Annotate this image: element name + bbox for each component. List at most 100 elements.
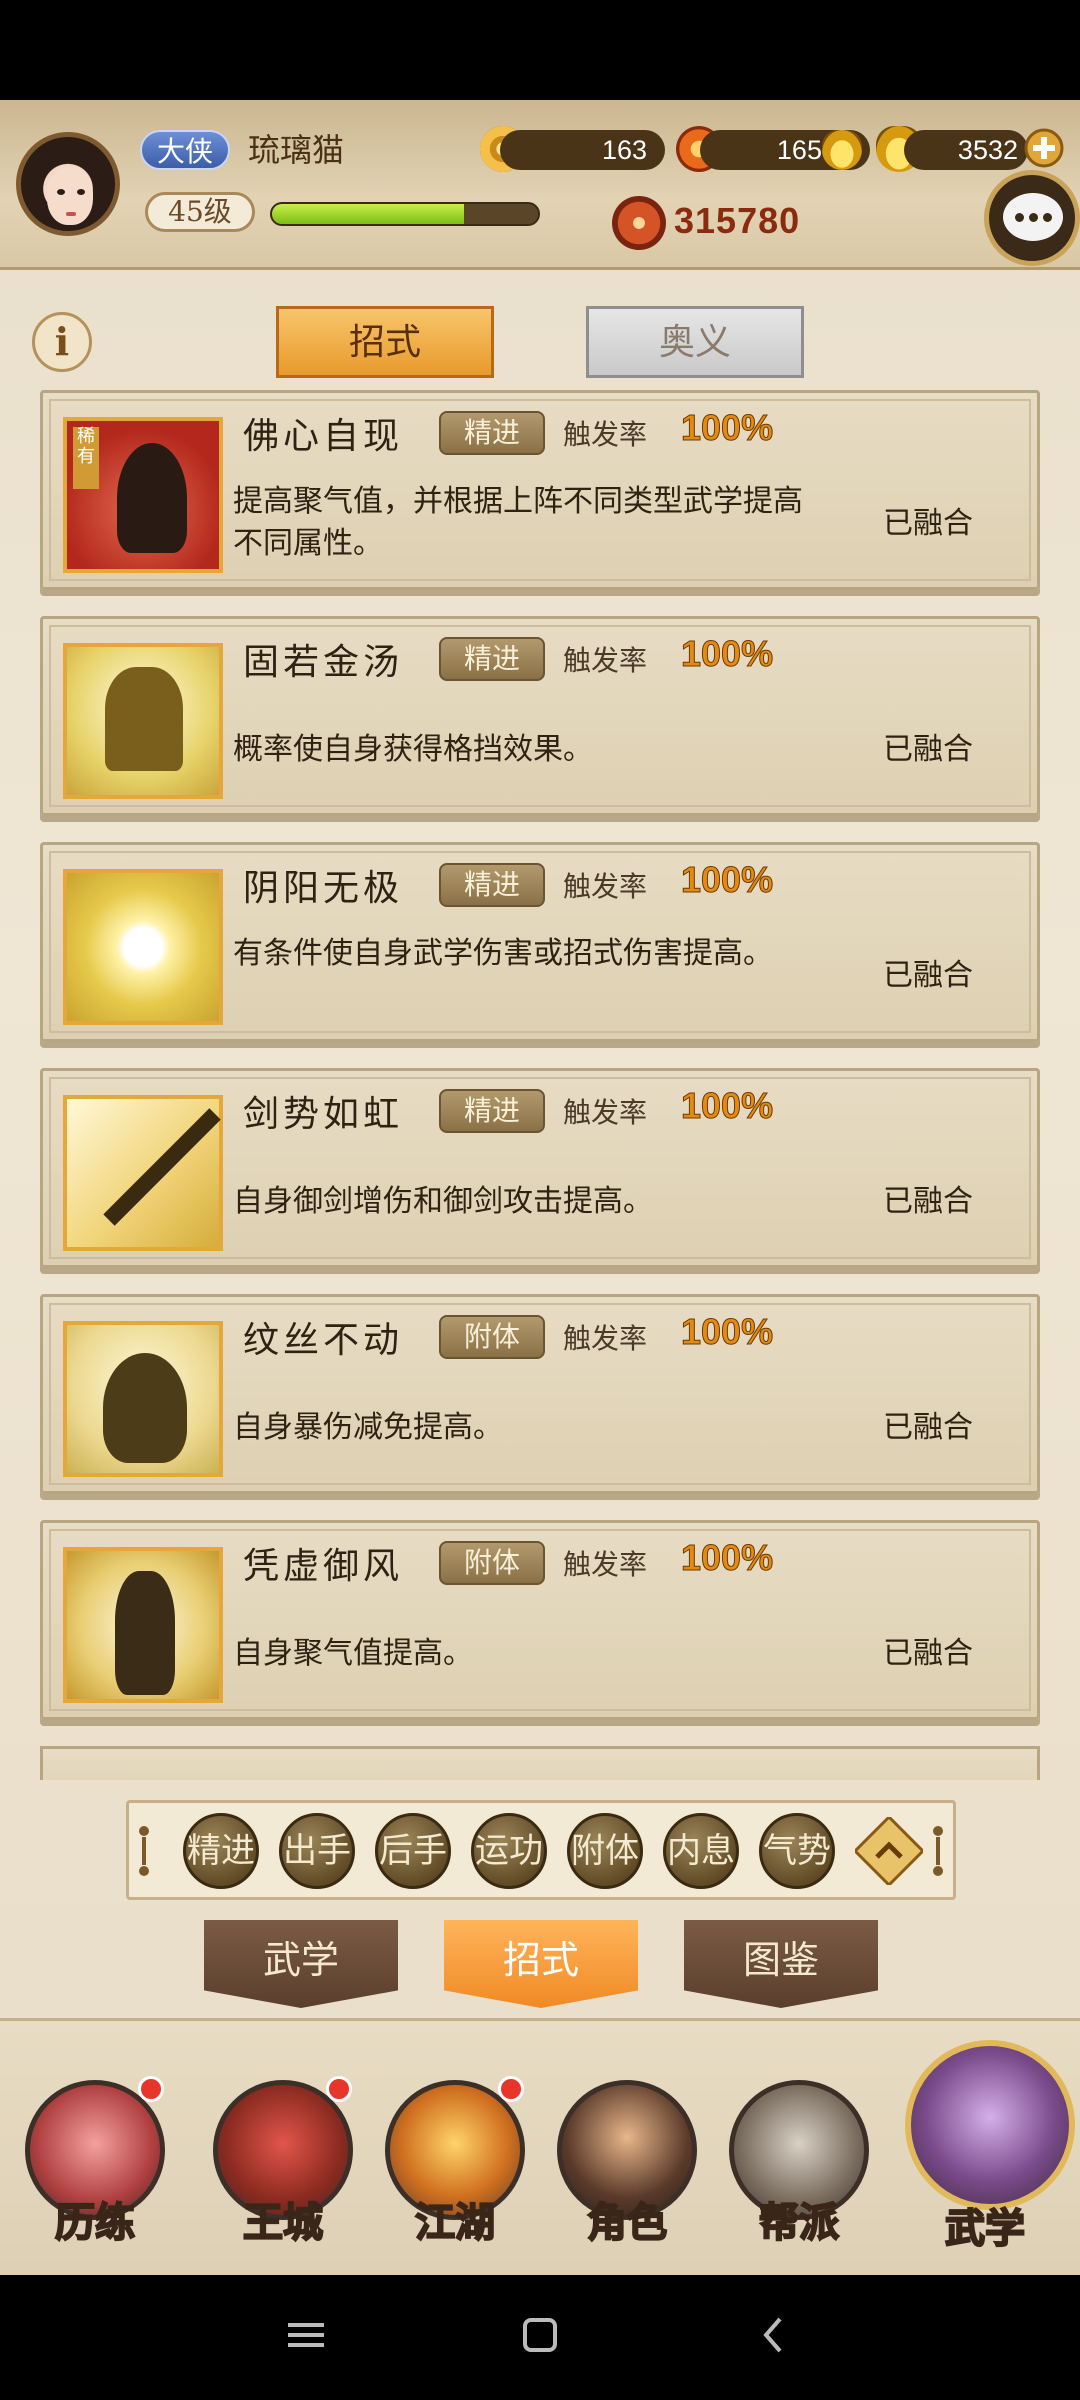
avatar-face: [47, 167, 93, 225]
nav-jianghu[interactable]: 江湖: [380, 2076, 530, 2270]
trigger-rate-value: 100%: [680, 407, 774, 449]
sword-blade: [103, 1108, 221, 1226]
filter-refine[interactable]: 精进: [183, 1813, 259, 1889]
chat-dot: [1043, 213, 1052, 222]
bar-cap-right-icon: [933, 1826, 943, 1876]
combat-power-icon: [612, 196, 666, 250]
filter-possess[interactable]: 附体: [567, 1813, 643, 1889]
filter-breath[interactable]: 内息: [663, 1813, 739, 1889]
skill-description: 自身暴伤减免提高。: [233, 1410, 503, 1445]
coin-count: 163: [500, 130, 665, 170]
skill-card[interactable]: 凭虚御风 附体 触发率 100% 自身聚气值提高。 已融合: [40, 1520, 1040, 1720]
player-name: 琉璃猫: [248, 131, 345, 169]
player-avatar[interactable]: [16, 132, 120, 236]
chat-button[interactable]: [984, 170, 1080, 266]
filter-counter[interactable]: 后手: [375, 1813, 451, 1889]
info-button[interactable]: i: [32, 312, 92, 372]
notification-dot: [138, 2076, 164, 2102]
tab-moves[interactable]: 招式: [276, 306, 494, 378]
rank-badge: 大侠: [140, 130, 230, 170]
nav-label: 王城: [242, 2198, 324, 2247]
skill-card[interactable]: 纹丝不动 附体 触发率 100% 自身暴伤减免提高。 已融合: [40, 1294, 1040, 1494]
nav-royal-city[interactable]: 王城: [208, 2076, 358, 2270]
nav-label: 武学: [944, 2204, 1026, 2253]
trigger-rate-value: 100%: [680, 1085, 774, 1127]
swirl-icon: [63, 869, 223, 1025]
skill-status: 已融合: [883, 1636, 973, 1671]
chat-dot: [1029, 213, 1038, 222]
sword-icon: [63, 1095, 223, 1251]
nav-label: 帮派: [758, 2198, 840, 2247]
skill-status: 已融合: [883, 1410, 973, 1445]
notification-dot: [326, 2076, 352, 2102]
trigger-rate-label: 触发率: [563, 1548, 648, 1581]
wind-figure-icon: [63, 1547, 223, 1703]
trigger-rate-label: 触发率: [563, 1322, 648, 1355]
skill-type-badge: 精进: [439, 637, 545, 681]
skill-description: 自身御剑增伤和御剑攻击提高。: [233, 1184, 653, 1219]
nav-training[interactable]: 历练: [20, 2076, 170, 2270]
skill-name: 佛心自现: [243, 416, 404, 457]
skill-description: 有条件使自身武学伤害或招式伤害提高。: [233, 936, 773, 971]
collapse-chevron-icon[interactable]: [855, 1817, 923, 1885]
filter-attack[interactable]: 出手: [279, 1813, 355, 1889]
skill-description: 提高聚气值，并根据上阵不同类型武学提高不同属性。: [233, 484, 803, 561]
notification-dot: [498, 2076, 524, 2102]
skill-description: 自身聚气值提高。: [233, 1636, 473, 1671]
back-icon[interactable]: [744, 2305, 804, 2365]
nav-label: 江湖: [414, 2198, 496, 2247]
subtab-martial-arts[interactable]: 武学: [204, 1920, 398, 2008]
exp-bar-fill: [272, 204, 464, 224]
nav-martial-arts[interactable]: 武学: [905, 2040, 1075, 2270]
skill-type-badge: 精进: [439, 411, 545, 455]
skill-description: 概率使自身获得格挡效果。: [233, 732, 593, 767]
nav-label: 历练: [54, 2198, 136, 2247]
trigger-rate-label: 触发率: [563, 870, 648, 903]
praying-hands-icon: 稀有: [63, 417, 223, 573]
trigger-rate-value: 100%: [680, 633, 774, 675]
skill-list[interactable]: 稀有 佛心自现 精进 触发率 100% 提高聚气值，并根据上阵不同类型武学提高不…: [40, 390, 1040, 1780]
filter-momentum[interactable]: 气势: [759, 1813, 835, 1889]
tab-mysteries[interactable]: 奥义: [586, 306, 804, 378]
trigger-rate-label: 触发率: [563, 418, 648, 451]
chat-dot: [1015, 213, 1024, 222]
combat-power-value: 315780: [674, 200, 801, 241]
skill-name: 纹丝不动: [243, 1320, 404, 1361]
add-gold-icon[interactable]: [1024, 128, 1064, 168]
rarity-badge: 稀有: [73, 427, 99, 489]
home-icon[interactable]: [510, 2305, 570, 2365]
player-header: 大侠 琉璃猫 45级 163 16502 3532 315780: [0, 100, 1080, 270]
meditating-figure: [103, 1353, 187, 1463]
avatar-eye: [77, 189, 85, 195]
skill-name: 凭虚御风: [243, 1546, 404, 1587]
nav-label: 角色: [586, 2198, 668, 2247]
status-bar: [0, 0, 1080, 100]
trigger-rate-value: 100%: [680, 1311, 774, 1353]
skill-card[interactable]: 剑势如虹 精进 触发率 100% 自身御剑增伤和御剑攻击提高。 已融合: [40, 1068, 1040, 1268]
scroll-icon: [905, 2040, 1075, 2210]
skill-name: 固若金汤: [243, 642, 404, 683]
nav-guild[interactable]: 帮派: [724, 2080, 874, 2270]
subtab-moves[interactable]: 招式: [444, 1920, 638, 2008]
skill-type-badge: 精进: [439, 863, 545, 907]
gem-shop-icon[interactable]: [822, 130, 862, 170]
menu-icon[interactable]: [276, 2305, 336, 2365]
skill-card[interactable]: 阴阳无极 精进 触发率 100% 有条件使自身武学伤害或招式伤害提高。 已融合: [40, 842, 1040, 1042]
nav-character[interactable]: 角色: [552, 2080, 702, 2270]
skill-card[interactable]: 稀有 佛心自现 精进 触发率 100% 提高聚气值，并根据上阵不同类型武学提高不…: [40, 390, 1040, 590]
subtab-codex[interactable]: 图鉴: [684, 1920, 878, 2008]
meditation-icon: [63, 1321, 223, 1477]
game-screen: 大侠 琉璃猫 45级 163 16502 3532 315780 i 招式 奥义…: [0, 100, 1080, 2275]
bell-icon: [63, 643, 223, 799]
skill-status: 已融合: [883, 732, 973, 767]
trigger-rate-value: 100%: [680, 859, 774, 901]
skill-type-badge: 精进: [439, 1089, 545, 1133]
trigger-rate-label: 触发率: [563, 644, 648, 677]
gold-count: 3532: [904, 130, 1028, 170]
chat-icon: [1003, 193, 1063, 241]
filter-energy[interactable]: 运功: [471, 1813, 547, 1889]
avatar-mouth: [66, 212, 76, 216]
system-nav-bar: [0, 2275, 1080, 2400]
skill-card[interactable]: 固若金汤 精进 触发率 100% 概率使自身获得格挡效果。 已融合: [40, 616, 1040, 816]
skill-card-partial[interactable]: [40, 1746, 1040, 1780]
